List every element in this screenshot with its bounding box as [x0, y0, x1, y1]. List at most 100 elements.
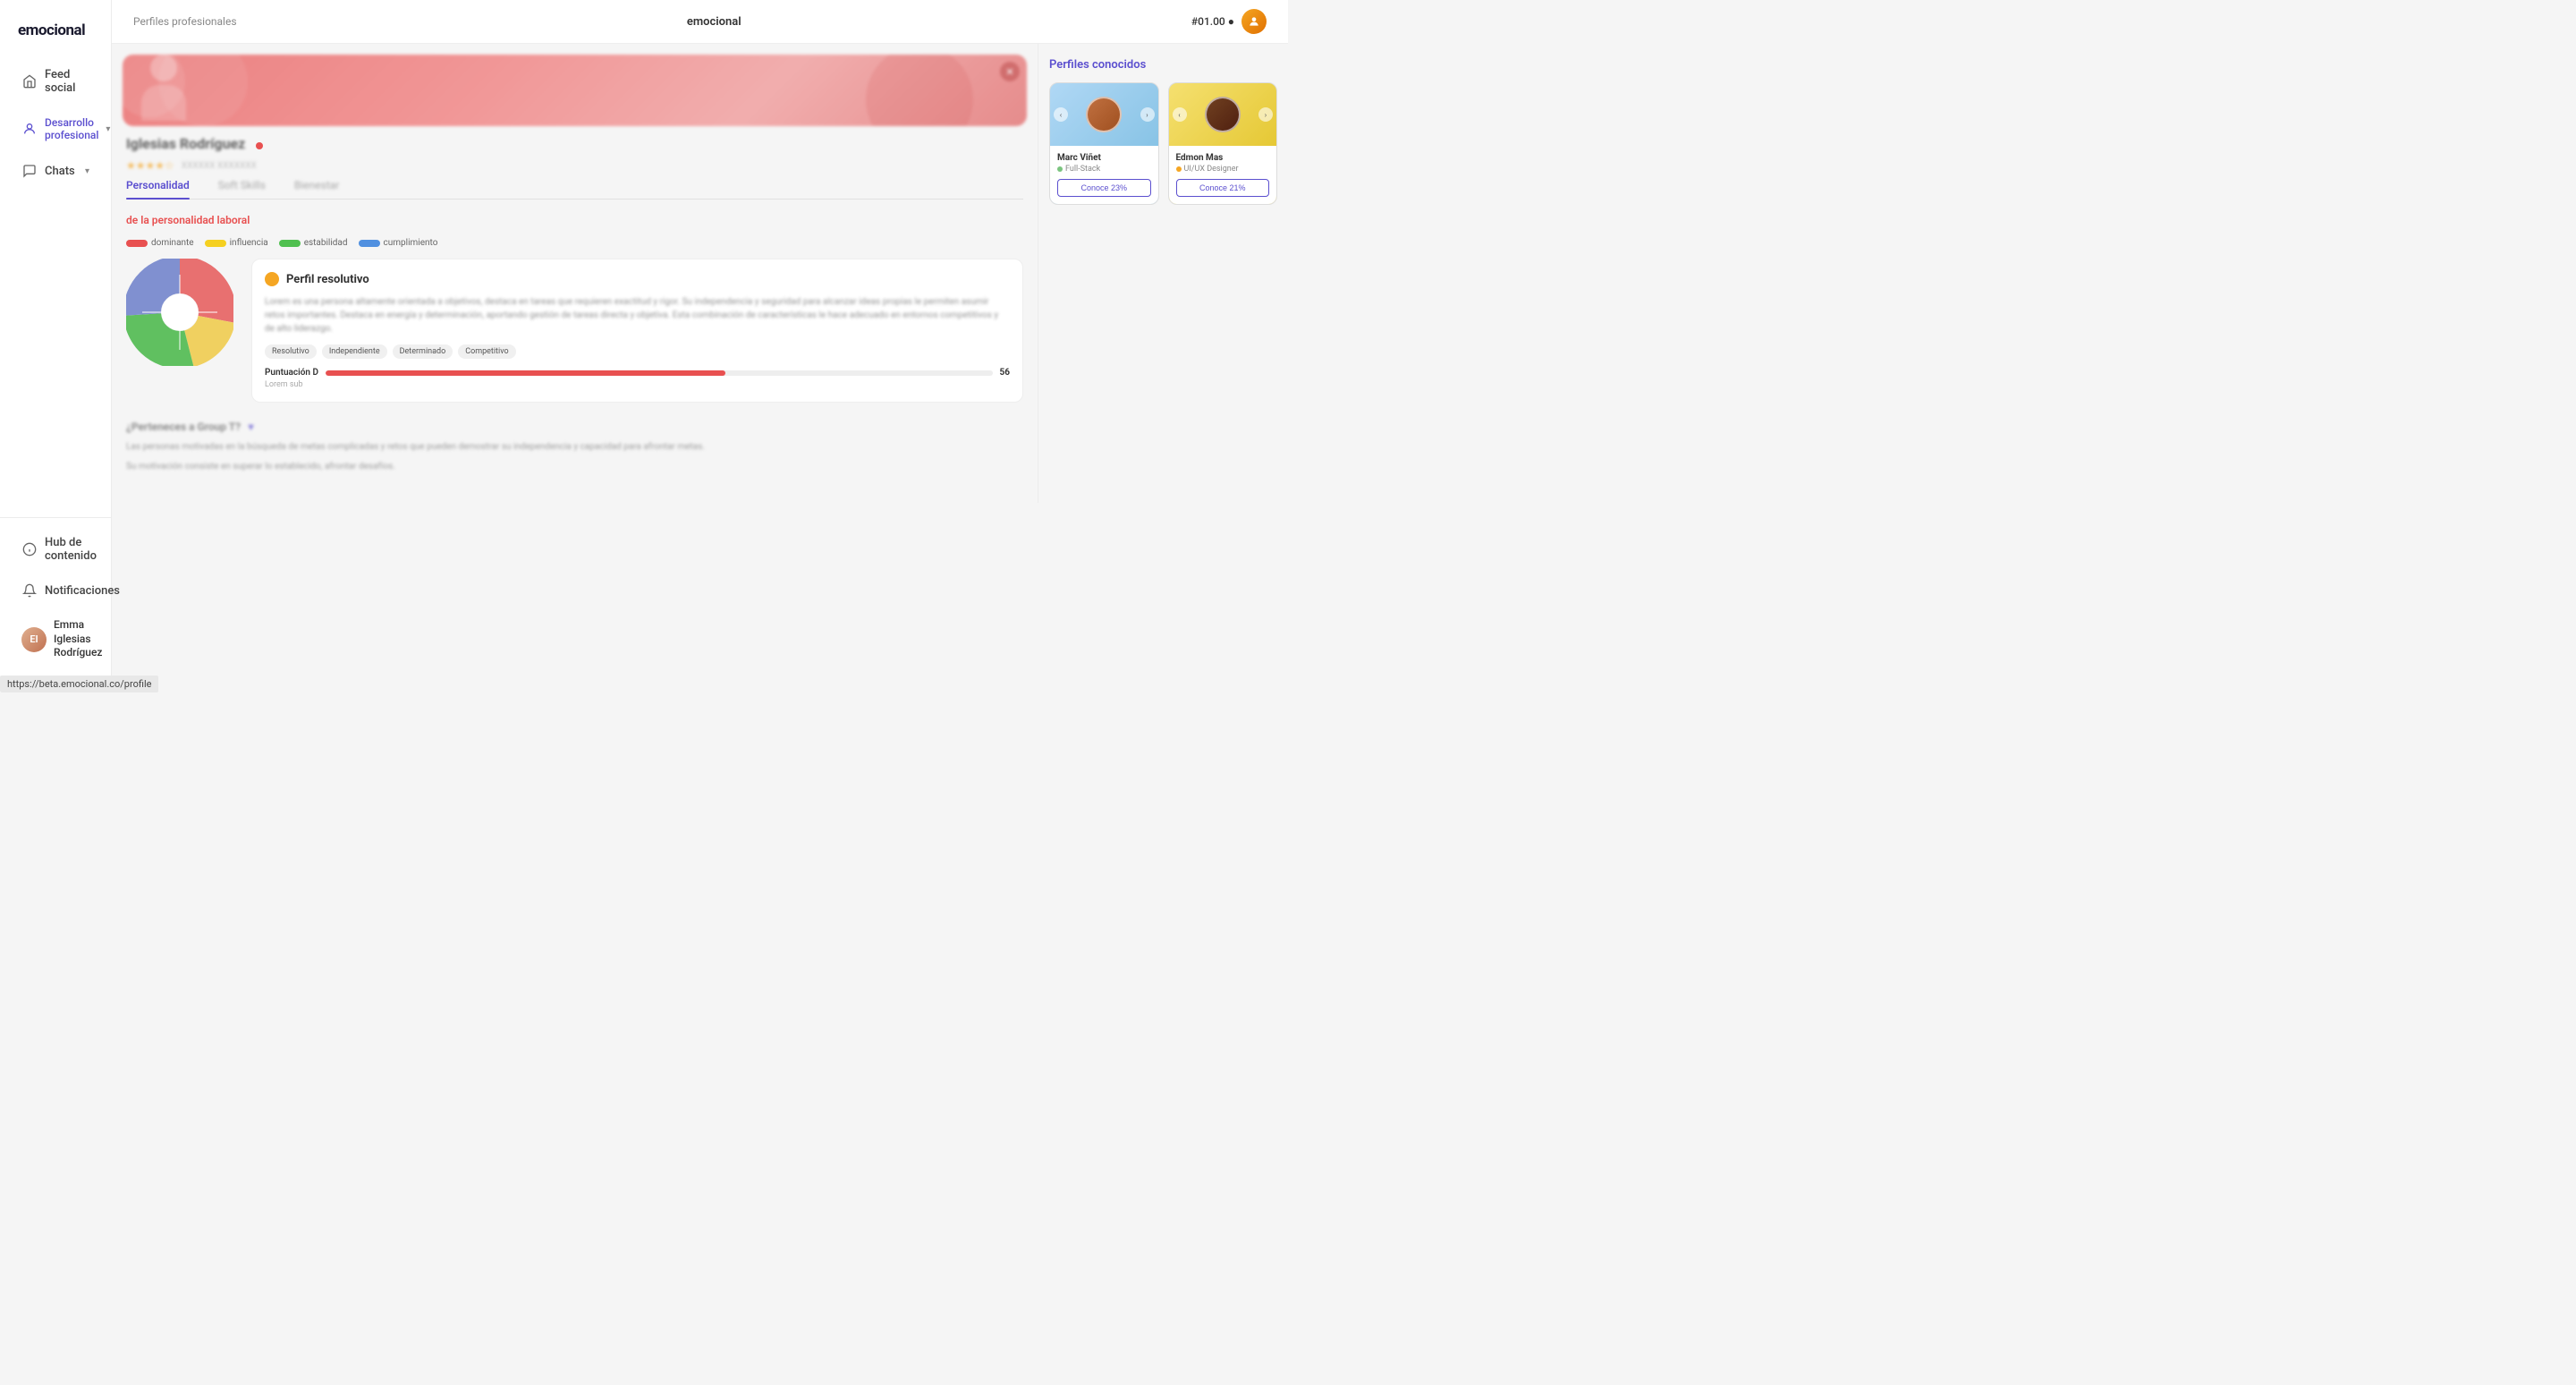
credit-display: #01.00 ● [1191, 15, 1234, 28]
sidebar: emocional Feed social Desarrollo profesi… [0, 0, 112, 692]
profile-tabs: Personalidad Soft Skills Bienestar [126, 179, 1023, 200]
legend-dot-cumplimiento [359, 240, 380, 247]
know-marc-btn[interactable]: Conoce 23% [1057, 179, 1151, 197]
legend-label-dominante: dominante [151, 238, 194, 248]
score-value: 56 [1000, 368, 1010, 378]
app-logo: emocional [0, 14, 111, 57]
profile-name: Iglesias Rodríguez [126, 135, 245, 152]
score-bar-fill [326, 370, 725, 376]
sidebar-item-desarrollo[interactable]: Desarrollo profesional ▾ [7, 107, 104, 150]
sidebar-bottom: Hub de contenido Notificaciones EI Emma … [0, 517, 111, 678]
legend-label-cumplimiento: cumplimiento [384, 238, 438, 248]
legend-dot-estabilidad [279, 240, 301, 247]
bottom-text-2: Su motivación consiste en superar lo est… [126, 460, 1023, 474]
sidebar-user[interactable]: EI Emma Iglesias Rodríguez [7, 609, 104, 669]
chevron-down-icon-2: ▾ [85, 166, 89, 176]
bottom-text-1: Las personas motivadas en la búsqueda de… [126, 440, 1023, 455]
circle-question-icon [21, 541, 38, 557]
score-bar [326, 370, 993, 376]
group-indicator: ▼ [246, 421, 256, 433]
top-bar-avatar [1241, 9, 1267, 34]
profile-meta: ★★★★☆ XXXXXX XXXXXXX [126, 159, 1023, 172]
bell-icon [21, 582, 38, 599]
avatar-edmon [1205, 97, 1241, 132]
sidebar-item-chats[interactable]: Chats ▾ [7, 154, 104, 188]
home-icon [21, 73, 38, 89]
pie-chart [126, 259, 233, 366]
role-dot-marc [1057, 166, 1063, 172]
known-profile-name-marc: Marc Viñet [1057, 153, 1151, 163]
user-icon [21, 121, 38, 137]
score-sub: Lorem sub [265, 380, 1010, 389]
content-area: Perfiles profesionales emocional #01.00 … [112, 0, 1288, 692]
chevron-down-icon: ▾ [106, 124, 110, 134]
legend-dot-influencia [205, 240, 226, 247]
next-profile-btn-marc[interactable]: › [1140, 107, 1155, 122]
right-panel-title: Perfiles conocidos [1049, 58, 1277, 72]
score-row: Puntuación D 56 [265, 368, 1010, 378]
profile-tags: Resolutivo Independiente Determinado Com… [265, 344, 1010, 359]
sidebar-item-label-feed: Feed social [45, 68, 89, 95]
know-edmon-btn[interactable]: Conoce 21% [1176, 179, 1270, 197]
sidebar-item-notificaciones[interactable]: Notificaciones [7, 574, 104, 608]
score-label: Puntuación D [265, 368, 318, 378]
legend-influencia: influencia [205, 238, 268, 248]
profile-meta-text: XXXXXX XXXXXXX [182, 161, 257, 171]
avatar: EI [21, 627, 47, 652]
sidebar-item-hub[interactable]: Hub de contenido [7, 527, 104, 572]
tag-independiente: Independiente [322, 344, 387, 359]
sidebar-item-label-notificaciones: Notificaciones [45, 584, 120, 598]
legend-cumplimiento: cumplimiento [359, 238, 438, 248]
bottom-section: ¿Perteneces a Group T? ▼ Las personas mo… [112, 410, 1038, 485]
tag-determinado: Determinado [393, 344, 453, 359]
sidebar-nav: Feed social Desarrollo profesional ▾ Cha… [0, 57, 111, 517]
profile-section: Iglesias Rodríguez ★★★★☆ XXXXXX XXXXXXX … [112, 135, 1038, 200]
sidebar-item-label-chats: Chats [45, 165, 75, 178]
prev-profile-btn-edmon[interactable]: ‹ [1173, 107, 1187, 122]
top-bar-brand: emocional [687, 15, 741, 29]
known-profile-info-marc: Marc Viñet Full-Stack Conoce 23% [1050, 146, 1158, 204]
known-profile-role-marc: Full-Stack [1057, 165, 1151, 174]
breadcrumb: Perfiles profesionales [133, 15, 237, 28]
top-bar-right: #01.00 ● [1191, 9, 1267, 34]
bottom-section-title: ¿Perteneces a Group T? ▼ [126, 421, 1023, 433]
profile-card-img-edmon: ‹ › [1169, 83, 1277, 146]
status-dot [256, 142, 263, 149]
main-content: Perfiles profesionales emocional #01.00 … [112, 0, 1288, 692]
chart-card-row: Perfil resolutivo Lorem es una persona a… [126, 259, 1023, 403]
legend-label-estabilidad: estabilidad [304, 238, 348, 248]
profile-card-indicator [265, 272, 279, 286]
known-profile-edmon: ‹ › Edmon Mas UI/UX Designer Conoce 21% [1168, 82, 1278, 205]
top-bar: Perfiles profesionales emocional #01.00 … [112, 0, 1288, 44]
known-profile-info-edmon: Edmon Mas UI/UX Designer Conoce 21% [1169, 146, 1277, 204]
sidebar-item-label-desarrollo: Desarrollo profesional [45, 116, 98, 141]
right-panel: Perfiles conocidos ‹ › Marc Viñet [1038, 44, 1288, 503]
tab-soft-skills[interactable]: Soft Skills [218, 179, 266, 199]
hero-banner: ✕ [123, 55, 1027, 126]
tag-competitivo: Competitivo [458, 344, 515, 359]
profile-card-title: Perfil resolutivo [286, 273, 369, 286]
profile-card-header: Perfil resolutivo [265, 272, 1010, 286]
profile-card-img-marc: ‹ › [1050, 83, 1158, 146]
chat-icon [21, 163, 38, 179]
known-profile-role-edmon: UI/UX Designer [1176, 165, 1270, 174]
sidebar-item-feed-social[interactable]: Feed social [7, 59, 104, 104]
section-title-text: de la personalidad laboral [126, 214, 250, 226]
legend-estabilidad: estabilidad [279, 238, 348, 248]
avatar-marc [1086, 97, 1122, 132]
sidebar-item-label-hub: Hub de contenido [45, 536, 97, 563]
known-profile-name-edmon: Edmon Mas [1176, 153, 1270, 163]
url-tooltip: https://beta.emocional.co/profile [0, 676, 158, 692]
legend-dot-dominante [126, 240, 148, 247]
prev-profile-btn-marc[interactable]: ‹ [1054, 107, 1068, 122]
profile-card-desc: Lorem es una persona altamente orientada… [265, 295, 1010, 336]
known-profile-marc: ‹ › Marc Viñet Full-Stack Conoce 23% [1049, 82, 1159, 205]
next-profile-btn-edmon[interactable]: › [1258, 107, 1273, 122]
known-profiles: ‹ › Marc Viñet Full-Stack Conoce 23% [1049, 82, 1277, 205]
personality-legend: dominante influencia estabilidad cu [126, 238, 1023, 248]
tab-personalidad[interactable]: Personalidad [126, 179, 190, 199]
personality-profile-card: Perfil resolutivo Lorem es una persona a… [251, 259, 1023, 403]
legend-label-influencia: influencia [230, 238, 268, 248]
tab-bienestar[interactable]: Bienestar [294, 179, 339, 199]
close-icon[interactable]: ✕ [1000, 62, 1020, 81]
